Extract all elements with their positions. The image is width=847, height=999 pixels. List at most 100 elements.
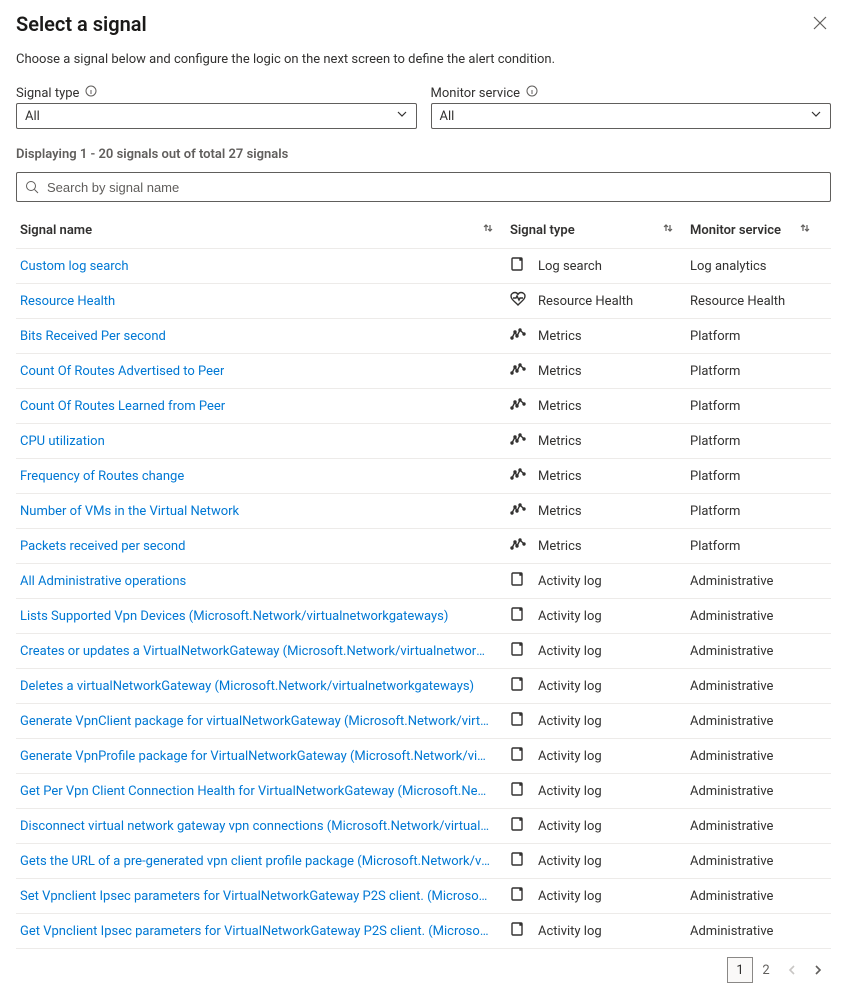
signal-link[interactable]: Generate VpnClient package for virtualNe…	[20, 714, 490, 729]
signal-link[interactable]: Packets received per second	[20, 539, 185, 554]
sort-icon	[662, 222, 674, 238]
result-count: Displaying 1 - 20 signals out of total 2…	[16, 147, 831, 162]
monitor-service-text: Administrative	[690, 644, 773, 659]
signal-link[interactable]: Custom log search	[20, 259, 129, 274]
signal-type-text: Metrics	[538, 539, 582, 554]
metric-icon	[510, 361, 526, 381]
monitor-service-text: Platform	[690, 504, 740, 519]
page-prev	[779, 957, 805, 983]
monitor-service-text: Administrative	[690, 714, 773, 729]
monitor-service-text: Administrative	[690, 679, 773, 694]
table-row: CPU utilization Metrics Platform	[16, 424, 831, 459]
log-icon	[510, 676, 526, 696]
page-1[interactable]: 1	[727, 957, 753, 983]
page-title: Select a signal	[16, 12, 147, 36]
col-header-name[interactable]: Signal name	[20, 222, 510, 238]
signal-type-text: Metrics	[538, 329, 582, 344]
log-icon	[510, 641, 526, 661]
close-button[interactable]	[809, 12, 831, 38]
page-next[interactable]	[805, 957, 831, 983]
table-row: Gets the URL of a pre-generated vpn clie…	[16, 844, 831, 879]
signal-link[interactable]: Count Of Routes Advertised to Peer	[20, 364, 224, 379]
signal-link[interactable]: Bits Received Per second	[20, 329, 166, 344]
signal-link[interactable]: Deletes a virtualNetworkGateway (Microso…	[20, 679, 474, 694]
info-icon[interactable]	[85, 85, 97, 101]
log-icon	[510, 851, 526, 871]
monitor-service-text: Administrative	[690, 574, 773, 589]
monitor-service-text: Platform	[690, 469, 740, 484]
pager: 12	[16, 957, 831, 983]
search-box[interactable]	[16, 172, 831, 202]
signal-link[interactable]: Get Vpnclient Ipsec parameters for Virtu…	[20, 924, 490, 939]
log-icon	[510, 816, 526, 836]
signal-type-text: Metrics	[538, 434, 582, 449]
metric-icon	[510, 536, 526, 556]
table-row: Disconnect virtual network gateway vpn c…	[16, 809, 831, 844]
monitor-service-text: Administrative	[690, 819, 773, 834]
page-2[interactable]: 2	[753, 957, 779, 983]
log-icon	[510, 571, 526, 591]
signal-link[interactable]: Creates or updates a VirtualNetworkGatew…	[20, 644, 490, 659]
signal-type-label: Signal type	[16, 86, 79, 101]
table-row: Resource Health Resource Health Resource…	[16, 284, 831, 319]
table-row: Count Of Routes Learned from Peer Metric…	[16, 389, 831, 424]
signal-link[interactable]: CPU utilization	[20, 434, 105, 449]
table-header: Signal name Signal type Monitor service	[16, 216, 831, 249]
chevron-down-icon	[396, 108, 408, 124]
log-icon	[510, 781, 526, 801]
signal-link[interactable]: Get Per Vpn Client Connection Health for…	[20, 784, 490, 799]
signal-type-text: Log search	[538, 259, 602, 274]
table-row: Set Vpnclient Ipsec parameters for Virtu…	[16, 879, 831, 914]
monitor-service-text: Platform	[690, 329, 740, 344]
signal-type-text: Activity log	[538, 784, 602, 799]
sort-icon	[799, 222, 811, 238]
monitor-service-text: Platform	[690, 539, 740, 554]
log-icon	[510, 711, 526, 731]
metric-icon	[510, 326, 526, 346]
table-row: Count Of Routes Advertised to Peer Metri…	[16, 354, 831, 389]
table-row: Get Per Vpn Client Connection Health for…	[16, 774, 831, 809]
col-header-type[interactable]: Signal type	[510, 222, 690, 238]
intro-text: Choose a signal below and configure the …	[16, 52, 831, 67]
metric-icon	[510, 466, 526, 486]
signal-link[interactable]: Disconnect virtual network gateway vpn c…	[20, 819, 490, 834]
signal-type-text: Metrics	[538, 399, 582, 414]
signal-type-text: Activity log	[538, 714, 602, 729]
monitor-service-text: Resource Health	[690, 294, 785, 309]
chevron-left-icon	[787, 965, 797, 975]
signal-link[interactable]: All Administrative operations	[20, 574, 186, 589]
signal-link[interactable]: Number of VMs in the Virtual Network	[20, 504, 239, 519]
signal-link[interactable]: Gets the URL of a pre-generated vpn clie…	[20, 854, 490, 869]
table-row: Generate VpnProfile package for VirtualN…	[16, 739, 831, 774]
table-row: Packets received per second Metrics Plat…	[16, 529, 831, 564]
table-body: Custom log search Log search Log analyti…	[16, 249, 831, 949]
signal-link[interactable]: Set Vpnclient Ipsec parameters for Virtu…	[20, 889, 490, 904]
signal-type-select[interactable]: All	[16, 103, 417, 129]
monitor-service-text: Platform	[690, 434, 740, 449]
signal-link[interactable]: Generate VpnProfile package for VirtualN…	[20, 749, 490, 764]
signal-link[interactable]: Lists Supported Vpn Devices (Microsoft.N…	[20, 609, 448, 624]
signal-type-text: Metrics	[538, 364, 582, 379]
monitor-service-text: Platform	[690, 364, 740, 379]
info-icon[interactable]	[526, 85, 538, 101]
signal-link[interactable]: Count Of Routes Learned from Peer	[20, 399, 225, 414]
col-header-monitor[interactable]: Monitor service	[690, 222, 827, 238]
signal-type-text: Activity log	[538, 819, 602, 834]
search-input[interactable]	[45, 179, 822, 196]
log-icon	[510, 746, 526, 766]
monitor-service-value: All	[440, 109, 455, 124]
signal-link[interactable]: Resource Health	[20, 294, 115, 309]
table-row: Frequency of Routes change Metrics Platf…	[16, 459, 831, 494]
metric-icon	[510, 431, 526, 451]
table-row: Number of VMs in the Virtual Network Met…	[16, 494, 831, 529]
signals-table: Signal name Signal type Monitor service …	[16, 216, 831, 949]
metric-icon	[510, 501, 526, 521]
monitor-service-select[interactable]: All	[431, 103, 832, 129]
log-icon	[510, 921, 526, 941]
signal-type-text: Activity log	[538, 679, 602, 694]
monitor-service-text: Log analytics	[690, 259, 767, 274]
chevron-down-icon	[810, 108, 822, 124]
signal-link[interactable]: Frequency of Routes change	[20, 469, 184, 484]
monitor-service-text: Administrative	[690, 924, 773, 939]
signal-type-text: Activity log	[538, 609, 602, 624]
